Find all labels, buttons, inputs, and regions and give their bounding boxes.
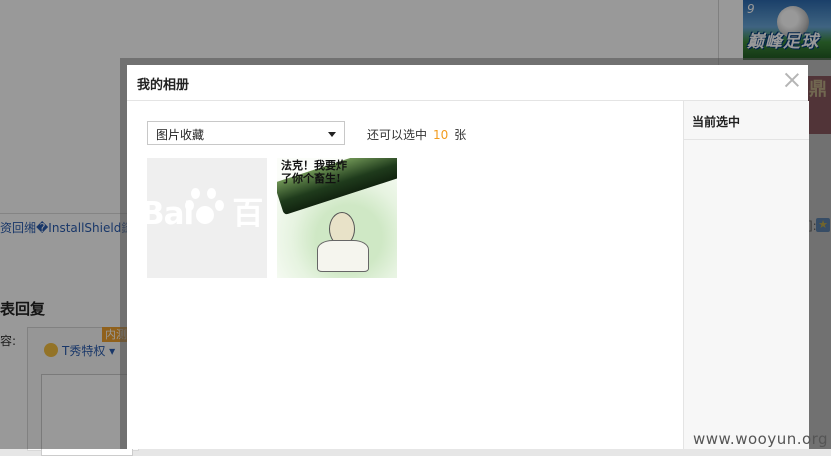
selected-panel: 当前选中 xyxy=(683,101,809,449)
remaining-prefix: 还可以选中 xyxy=(367,128,428,142)
album-select-value: 图片收藏 xyxy=(156,128,205,142)
dialog-header: 我的相册 xyxy=(127,65,808,101)
meme-caption-line2: 了你个畜生! xyxy=(281,172,341,185)
photo-thumbnail[interactable]: 法克！我要炸 了你个畜生! xyxy=(277,158,397,278)
album-dialog: 我的相册 图片收藏 还可以选中 10 张 Bai 百 法克！我要炸 了你个畜生! xyxy=(127,65,809,449)
remaining-count-text: 还可以选中 10 张 xyxy=(367,126,466,143)
chevron-down-icon xyxy=(328,132,336,137)
watermark: www.wooyun.org xyxy=(693,430,829,448)
dialog-title: 我的相册 xyxy=(137,78,190,93)
dialog-body: 图片收藏 还可以选中 10 张 Bai 百 法克！我要炸 了你个畜生! xyxy=(127,101,683,449)
photo-thumbnail[interactable]: Bai 百 xyxy=(147,158,267,278)
album-select[interactable]: 图片收藏 xyxy=(147,121,345,145)
paw-icon xyxy=(185,186,225,230)
selected-panel-title: 当前选中 xyxy=(692,115,741,129)
remaining-count: 10 xyxy=(433,128,449,142)
close-icon[interactable] xyxy=(782,69,802,91)
meme-caption-line1: 法克！我要炸 xyxy=(281,159,347,172)
remaining-suffix: 张 xyxy=(454,128,467,142)
meme-body xyxy=(317,240,369,272)
selected-panel-header: 当前选中 xyxy=(684,101,809,140)
meme-caption: 法克！我要炸 了你个畜生! xyxy=(281,159,347,185)
